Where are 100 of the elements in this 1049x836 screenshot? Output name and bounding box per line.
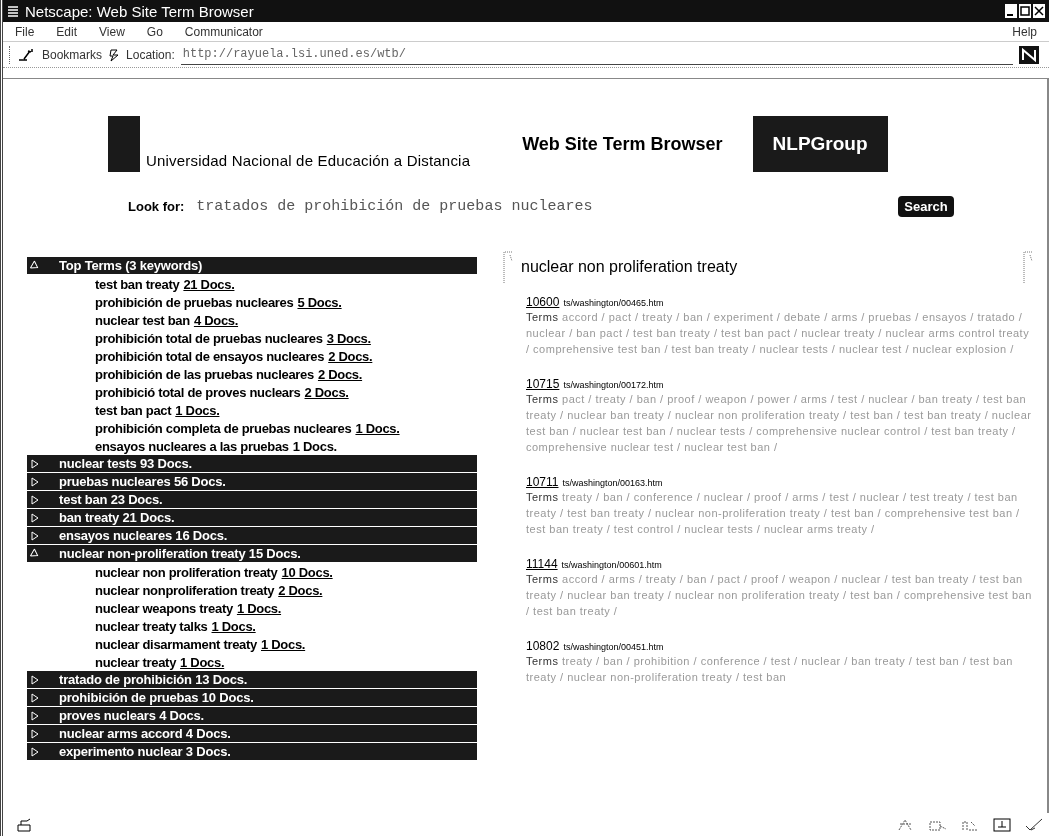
term-text: test ban pact — [95, 402, 172, 418]
arrow-icon — [31, 728, 39, 739]
pen-icon[interactable] — [1025, 818, 1043, 832]
document-link[interactable]: 11144 — [526, 557, 558, 571]
docs-link[interactable]: 2 Docs. — [328, 348, 373, 364]
document-link[interactable]: 10802 — [526, 639, 560, 653]
page-title: Web Site Term Browser — [522, 134, 723, 155]
document-path: ts/washington/00451.htm — [563, 642, 664, 652]
menu-item[interactable]: Help — [1012, 24, 1037, 39]
tree-node[interactable]: nuclear tests 93 Docs. — [27, 455, 477, 472]
bookmarks-button[interactable]: Bookmarks — [42, 47, 103, 62]
docs-link[interactable]: 10 Docs. — [281, 564, 333, 580]
docs-link[interactable]: 1 Docs. — [236, 600, 282, 616]
location-icon — [108, 47, 121, 62]
term-text: nuclear test ban — [95, 312, 190, 328]
term-text: nuclear nonproliferation treaty — [95, 582, 275, 598]
tree-node[interactable]: pruebas nucleares 56 Docs. — [27, 473, 477, 490]
component-icon[interactable] — [929, 818, 947, 832]
term-text: prohibición total de ensayos nucleares — [95, 348, 325, 364]
bookmark-icon[interactable] — [18, 47, 36, 62]
menu-item[interactable]: Edit — [56, 24, 78, 39]
composer-icon[interactable] — [993, 818, 1011, 832]
term-text: prohibición de las pruebas nucleares — [95, 366, 314, 382]
document-path: ts/washington/00601.htm — [561, 560, 662, 570]
arrow-icon — [31, 494, 39, 505]
menu-icon[interactable] — [7, 5, 19, 17]
results-heading: nuclear non proliferation treaty — [521, 258, 739, 276]
docs-link[interactable]: 3 Docs. — [326, 330, 371, 346]
docs-link[interactable]: 2 Docs. — [304, 384, 349, 400]
docs-count: 1 Docs. — [292, 438, 337, 454]
window-title: Netscape: Web Site Term Browser — [25, 2, 255, 20]
university-name: Universidad Nacional de Educación a Distancia — [146, 152, 471, 169]
terms-text: Terms treaty / ban / conference / nuclear / proof / arms / test / nuclear / test treaty / test ban treaty / test ban treaty / nuclear non-proliferation treaty / test ban / comprehensive test ban / test ban treaty / test control / nuclear tests / nuclear arms treaty / — [526, 490, 1021, 537]
tree-node[interactable]: nuclear non-proliferation treaty 15 Docs. — [27, 545, 477, 562]
terms-text: Terms treaty / ban / prohibition / conference / test / nuclear / ban treaty / test ban / test ban treaty / nuclear non-proliferation treaty / test ban — [526, 654, 1014, 685]
tree-node[interactable]: test ban 23 Docs. — [27, 491, 477, 508]
term-text: nuclear treaty talks — [95, 618, 208, 634]
tree-node[interactable]: experimento nuclear 3 Docs. — [27, 743, 477, 760]
bracket-icon — [1023, 251, 1033, 283]
maximize-icon[interactable] — [1019, 4, 1031, 18]
location-label: Location: — [126, 47, 175, 62]
term-text: nuclear disarmament treaty — [95, 636, 257, 652]
arrow-icon — [31, 710, 39, 721]
arrow-icon — [29, 547, 41, 560]
term-text: prohibición de pruebas nucleares — [95, 294, 294, 310]
tree-node[interactable]: ban treaty 21 Docs. — [27, 509, 477, 526]
tree-node[interactable]: Top Terms (3 keywords) — [27, 257, 477, 274]
docs-link[interactable]: 4 Docs. — [193, 312, 239, 328]
arrow-icon — [31, 692, 39, 703]
term-text: nuclear weapons treaty — [95, 600, 233, 616]
arrow-icon — [31, 530, 39, 541]
netscape-logo-icon[interactable] — [1019, 45, 1039, 64]
menu-item[interactable]: File — [15, 24, 35, 39]
term-text: ensayos nucleares a las pruebas — [95, 438, 289, 454]
logo-block — [108, 116, 140, 172]
docs-link[interactable]: 1 Docs. — [355, 420, 400, 436]
minimize-icon[interactable] — [1005, 4, 1017, 18]
term-text: nuclear non proliferation treaty — [95, 564, 278, 580]
arrow-icon — [31, 512, 39, 523]
docs-link[interactable]: 1 Docs. — [261, 636, 306, 652]
arrow-icon — [31, 476, 39, 487]
tree-node[interactable]: nuclear arms accord 4 Docs. — [27, 725, 477, 742]
document-link[interactable]: 10715 — [526, 377, 560, 391]
search-button[interactable]: Search — [898, 196, 954, 217]
document-path: ts/washington/00163.htm — [562, 478, 663, 488]
term-text: test ban treaty — [95, 276, 180, 292]
tree-node[interactable]: proves nuclears 4 Docs. — [27, 707, 477, 724]
arrow-icon — [31, 674, 39, 685]
tree-node[interactable]: prohibición de pruebas 10 Docs. — [27, 689, 477, 706]
document-path: ts/washington/00465.htm — [563, 298, 664, 308]
search-label: Look for: — [128, 199, 185, 214]
document-path: ts/washington/00172.htm — [563, 380, 664, 390]
tree-node[interactable]: ensayos nucleares 16 Docs. — [27, 527, 477, 544]
docs-link[interactable]: 21 Docs. — [183, 276, 235, 292]
docs-link[interactable]: 1 Docs. — [180, 654, 225, 670]
term-text: nuclear treaty — [95, 654, 177, 670]
menu-item[interactable]: Communicator — [184, 24, 263, 39]
close-icon[interactable] — [1033, 4, 1045, 18]
arrow-icon — [31, 746, 39, 757]
bracket-icon — [503, 251, 513, 283]
group-logo: NLPGroup — [752, 116, 888, 172]
docs-link[interactable]: 5 Docs. — [297, 294, 342, 310]
term-text: prohibició total de proves nuclears — [95, 384, 301, 400]
docs-link[interactable]: 1 Docs. — [175, 402, 220, 418]
menu-item[interactable]: Go — [146, 24, 163, 39]
terms-text: Terms accord / pact / treaty / ban / experiment / debate / arms / pruebas / ensayos / tratado / nuclear / ban pact / test ban treaty / test ban pact / nuclear treaty / nuclear arms control treaty / comprehensive test ban / test ban treaty / nuclear tests / nuclear test / nuclear explosion / — [526, 310, 1031, 357]
term-text: prohibición completa de pruebas nucleares — [95, 420, 352, 436]
arrow-icon — [31, 458, 39, 469]
docs-link[interactable]: 2 Docs. — [317, 366, 363, 382]
menu-item[interactable]: View — [99, 24, 125, 39]
docs-link[interactable]: 1 Docs. — [211, 618, 256, 634]
term-text: prohibición total de pruebas nucleares — [95, 330, 323, 346]
terms-text: Terms accord / arms / treaty / ban / pact / proof / weapon / nuclear / test ban treaty / test ban treaty / nuclear ban treaty / nuclear non proliferation treaty / test ban / comprehensive test ban / test ban treaty / — [526, 572, 1033, 619]
mail-icon[interactable] — [17, 818, 33, 832]
tree-node[interactable]: tratado de prohibición 13 Docs. — [27, 671, 477, 688]
document-link[interactable]: 10600 — [526, 295, 560, 309]
document-link[interactable]: 10711 — [526, 475, 559, 489]
terms-text: Terms pact / treaty / ban / proof / weapon / power / arms / test / nuclear / ban treaty / test ban treaty / nuclear ban treaty / nuclear non proliferation treaty / test ban / test ban treaty / nuclear test ban / nuclear test ban / nuclear tests / comprehensive nuclear control / test ban treaty / comprehensive nuclear test / nuclear test ban / — [526, 392, 1033, 455]
docs-link[interactable]: 2 Docs. — [278, 582, 323, 598]
arrow-icon — [29, 259, 41, 272]
